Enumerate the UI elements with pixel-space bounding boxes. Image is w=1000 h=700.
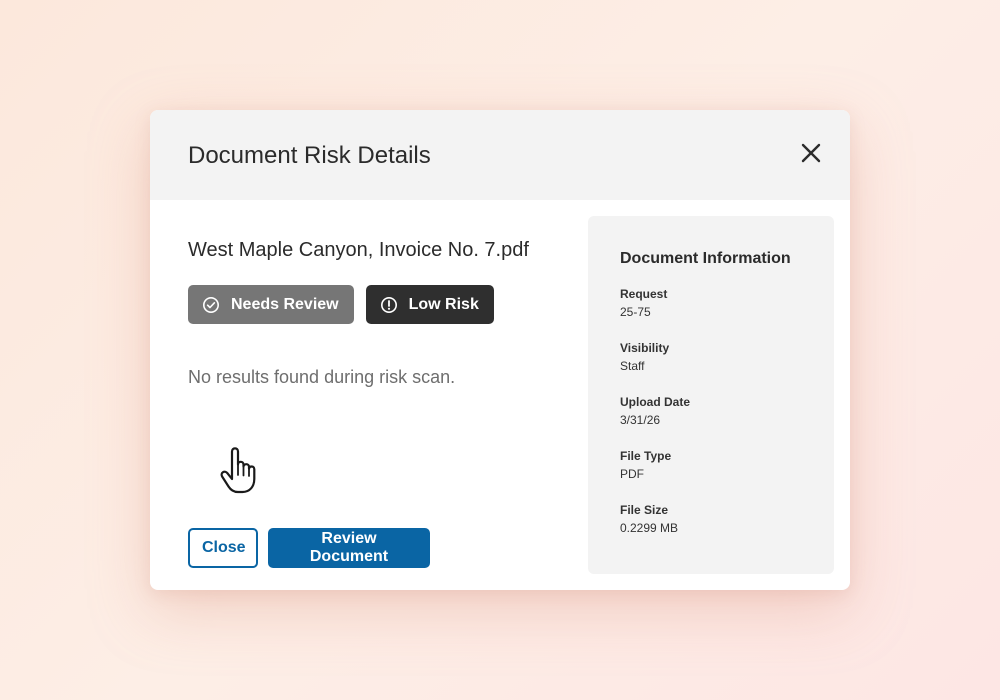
needs-review-badge: Needs Review bbox=[188, 285, 354, 324]
info-label: Request bbox=[620, 287, 668, 301]
info-panel-title: Document Information bbox=[620, 250, 791, 267]
document-information-panel: Document Information Request 25-75 Visib… bbox=[588, 216, 834, 574]
info-label: Upload Date bbox=[620, 395, 691, 409]
info-item-file-size: File Size 0.2299 MB bbox=[620, 501, 678, 537]
info-value: Staff bbox=[620, 359, 645, 373]
alert-circle-icon bbox=[380, 296, 398, 314]
info-value: 25-75 bbox=[620, 305, 651, 319]
low-risk-label: Low Risk bbox=[408, 295, 479, 313]
info-item-request: Request 25-75 bbox=[620, 285, 667, 321]
low-risk-badge: Low Risk bbox=[365, 285, 494, 324]
info-item-upload-date: Upload Date 3/31/26 bbox=[620, 393, 690, 429]
document-file-name: West Maple Canyon, Invoice No. 7.pdf bbox=[188, 239, 529, 261]
close-button[interactable]: Close bbox=[188, 528, 258, 568]
info-label: File Size bbox=[620, 503, 669, 517]
needs-review-label: Needs Review bbox=[231, 295, 339, 313]
status-badges: Needs Review Low Risk bbox=[188, 285, 494, 324]
info-item-visibility: Visibility Staff bbox=[620, 339, 669, 375]
check-circle-icon bbox=[202, 296, 220, 314]
close-icon[interactable] bbox=[796, 138, 826, 168]
info-value: 0.2299 MB bbox=[620, 521, 679, 535]
document-risk-modal: Document Risk Details West Maple Canyon,… bbox=[150, 110, 850, 590]
modal-header: Document Risk Details bbox=[150, 110, 850, 200]
info-label: Visibility bbox=[620, 341, 670, 355]
info-value: PDF bbox=[620, 467, 644, 481]
review-document-button[interactable]: Review Document bbox=[268, 528, 430, 568]
info-item-file-type: File Type PDF bbox=[620, 447, 671, 483]
info-label: File Type bbox=[620, 449, 672, 463]
modal-actions: Close Review Document bbox=[188, 528, 430, 568]
info-value: 3/31/26 bbox=[620, 413, 661, 427]
scan-result-text: No results found during risk scan. bbox=[188, 367, 456, 387]
modal-title: Document Risk Details bbox=[188, 142, 431, 169]
